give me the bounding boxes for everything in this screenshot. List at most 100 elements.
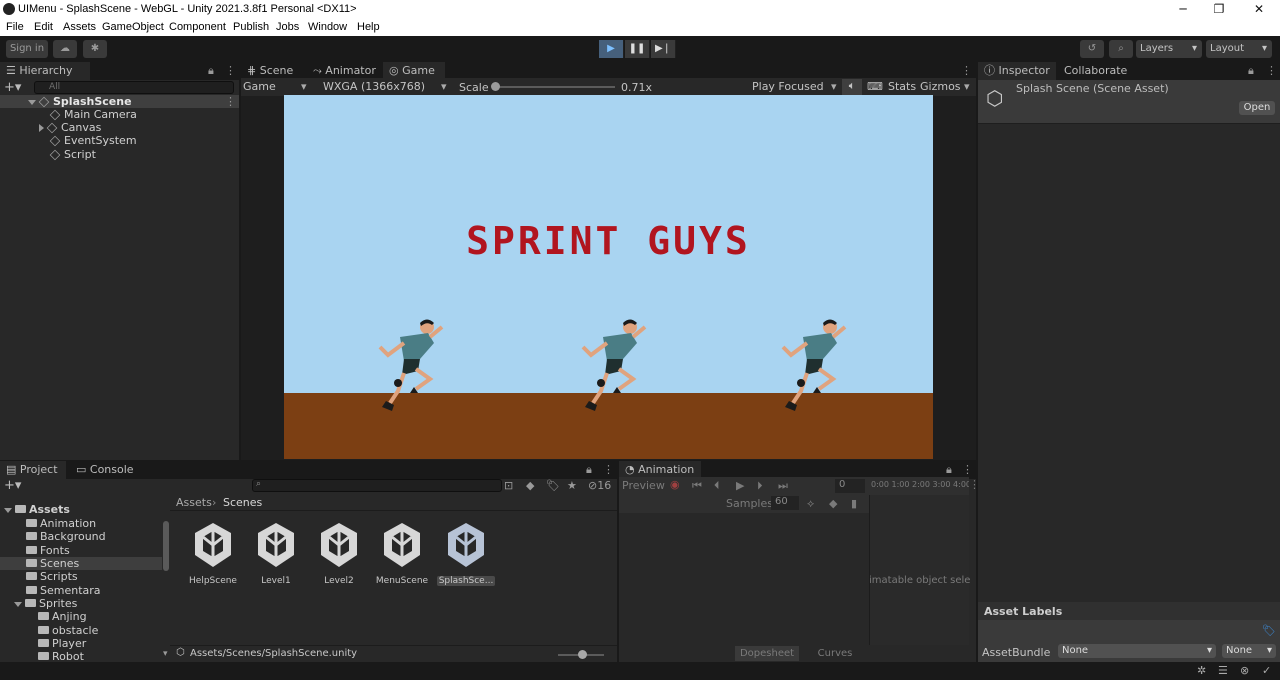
collab-icon[interactable]: ✱ [83, 40, 107, 58]
folder-sprites[interactable]: Sprites [14, 597, 77, 610]
lock-icon[interactable]: 🔒︎ [208, 64, 214, 78]
hierarchy-item-main-camera[interactable]: Main Camera [49, 108, 137, 121]
favorite-star-icon[interactable]: ★ [567, 479, 577, 492]
tab-collaborate[interactable]: Collaborate [1058, 62, 1138, 80]
timeline-ruler[interactable]: 0:00 1:00 2:00 3:00 4:00 5: [869, 477, 969, 495]
event-marker-icon[interactable]: ▮ [851, 497, 857, 510]
more-icon[interactable]: ⋮ [603, 463, 614, 476]
folder-obstacle[interactable]: obstacle [38, 624, 98, 637]
more-icon[interactable]: ⋮ [962, 463, 973, 476]
icon-size-slider-handle[interactable] [578, 650, 587, 659]
menu-help[interactable]: Help [357, 21, 380, 33]
sign-in-button[interactable]: Sign in [6, 40, 48, 58]
project-search-input[interactable]: ⌕ [252, 479, 502, 492]
menu-assets[interactable]: Assets [63, 21, 96, 33]
scale-slider[interactable] [493, 86, 615, 88]
tab-dopesheet[interactable]: Dopesheet [735, 646, 799, 661]
layout-dropdown[interactable]: Layout ▾ [1206, 40, 1272, 58]
asset-scene-helpscene[interactable]: HelpScene [184, 521, 242, 586]
play-focused-dropdown[interactable]: Play Focused [752, 80, 824, 93]
bug-icon[interactable]: ✲ [1197, 664, 1206, 677]
expand-arrow-icon[interactable] [14, 601, 22, 607]
hierarchy-item-eventsystem[interactable]: EventSystem [49, 134, 137, 147]
play-icon[interactable]: ▶ [736, 479, 744, 492]
tab-hierarchy[interactable]: ☰ Hierarchy [0, 62, 90, 80]
open-button[interactable]: Open [1239, 101, 1275, 115]
more-icon[interactable]: ⋮ [1266, 64, 1277, 77]
tab-project[interactable]: ▤ Project [0, 461, 66, 479]
filter-by-label-icon[interactable]: ◆ [526, 479, 534, 492]
asset-scene-splashscene[interactable]: SplashSce... [437, 521, 495, 586]
folder-scenes[interactable]: Scenes [26, 557, 79, 570]
maximize-icon[interactable]: ❐ [1200, 0, 1238, 19]
folder-scenes-selected-row[interactable]: Scenes [0, 557, 162, 570]
label-tag-icon[interactable]: 🏷︎ [1262, 624, 1276, 637]
asset-scene-menuscene[interactable]: MenuScene [373, 521, 431, 586]
close-icon[interactable]: ✕ [1240, 0, 1278, 19]
layers-dropdown[interactable]: Layers ▾ [1136, 40, 1202, 58]
frame-input[interactable]: 0 [835, 479, 865, 493]
hierarchy-item-canvas[interactable]: Canvas [39, 121, 101, 134]
step-button[interactable]: ▶❘ [651, 40, 676, 58]
menu-file[interactable]: File [6, 21, 24, 33]
display-dropdown[interactable]: Game [243, 80, 276, 93]
more-icon[interactable]: ⋮ [961, 64, 972, 77]
menu-publish[interactable]: Publish [233, 21, 269, 33]
cloud-icon[interactable]: ☁ [53, 40, 77, 58]
resolution-dropdown[interactable]: WXGA (1366x768) [323, 80, 425, 93]
asset-scene-level1[interactable]: Level1 [247, 521, 305, 586]
breadcrumb-assets[interactable]: Assets [176, 496, 212, 509]
hidden-packages-icon[interactable]: ⊘16 [588, 479, 611, 492]
more-icon[interactable]: ⋮ [969, 478, 980, 491]
check-icon[interactable]: ✓ [1262, 664, 1271, 677]
pause-button[interactable]: ❚❚ [625, 40, 650, 58]
breadcrumb-scenes[interactable]: Scenes [223, 496, 262, 509]
folder-assets[interactable]: Assets [4, 503, 70, 516]
previous-keyframe-icon[interactable]: ⏴ [714, 479, 720, 493]
asset-scene-level2[interactable]: Level2 [310, 521, 368, 586]
expand-arrow-icon[interactable] [39, 124, 44, 132]
preview-button[interactable]: Preview [622, 479, 665, 492]
gizmos-button[interactable]: Gizmos [920, 80, 961, 93]
more-icon[interactable]: ⋮ [225, 95, 236, 108]
scene-row[interactable]: SplashScene ⋮ [0, 95, 239, 108]
tab-curves[interactable]: Curves [803, 646, 867, 661]
mute-audio-icon[interactable]: 🔈︎ [842, 79, 862, 95]
lock-icon[interactable]: 🔒︎ [1248, 64, 1254, 78]
folder-background[interactable]: Background [26, 530, 106, 543]
last-keyframe-icon[interactable]: ⏭ [778, 479, 788, 493]
tag-icon[interactable]: 🏷︎ [546, 479, 560, 492]
stats-button[interactable]: Stats [888, 80, 916, 93]
search-icon[interactable]: ⌕ [1109, 40, 1133, 58]
record-icon[interactable]: ◉ [670, 478, 680, 491]
menu-edit[interactable]: Edit [34, 21, 53, 33]
more-icon[interactable]: ⋮ [225, 64, 236, 77]
play-button[interactable]: ▶ [599, 40, 624, 58]
folder-tree-scrollbar[interactable] [163, 521, 169, 571]
asset-variant-dropdown[interactable]: None ▾ [1222, 644, 1276, 658]
auto-generate-lighting-icon[interactable]: ⊗ [1240, 664, 1249, 677]
folder-player[interactable]: Player [38, 637, 86, 650]
add-keyframe-icon[interactable]: ⟡ [807, 497, 814, 511]
add-icon[interactable]: +▾ [4, 80, 34, 96]
menu-jobs[interactable]: Jobs [276, 21, 299, 33]
menu-gameobject[interactable]: GameObject [102, 21, 164, 33]
keyboard-icon[interactable]: ⌨ [867, 80, 883, 93]
create-asset-icon[interactable]: +▾ [4, 478, 21, 493]
hierarchy-item-script[interactable]: Script [49, 148, 96, 161]
scale-slider-handle[interactable] [491, 82, 500, 91]
expand-arrow-icon[interactable] [28, 99, 36, 105]
tab-inspector[interactable]: ⓘ Inspector [978, 62, 1056, 80]
search-by-type-icon[interactable]: ⊡ [504, 479, 513, 492]
folder-anjing[interactable]: Anjing [38, 610, 87, 623]
menu-component[interactable]: Component [169, 21, 226, 33]
first-keyframe-icon[interactable]: ⏮ [692, 479, 702, 493]
lock-icon[interactable]: 🔒︎ [946, 463, 952, 477]
folder-animation[interactable]: Animation [26, 517, 96, 530]
tab-console[interactable]: ▭ Console [70, 461, 136, 479]
next-keyframe-icon[interactable]: ⏵ [757, 479, 763, 493]
dopesheet-area[interactable]: imatable object sele [869, 495, 970, 645]
add-event-icon[interactable]: ◆ [829, 497, 837, 510]
expand-arrow-icon[interactable] [4, 507, 12, 513]
folder-sementara[interactable]: Sementara [26, 584, 101, 597]
